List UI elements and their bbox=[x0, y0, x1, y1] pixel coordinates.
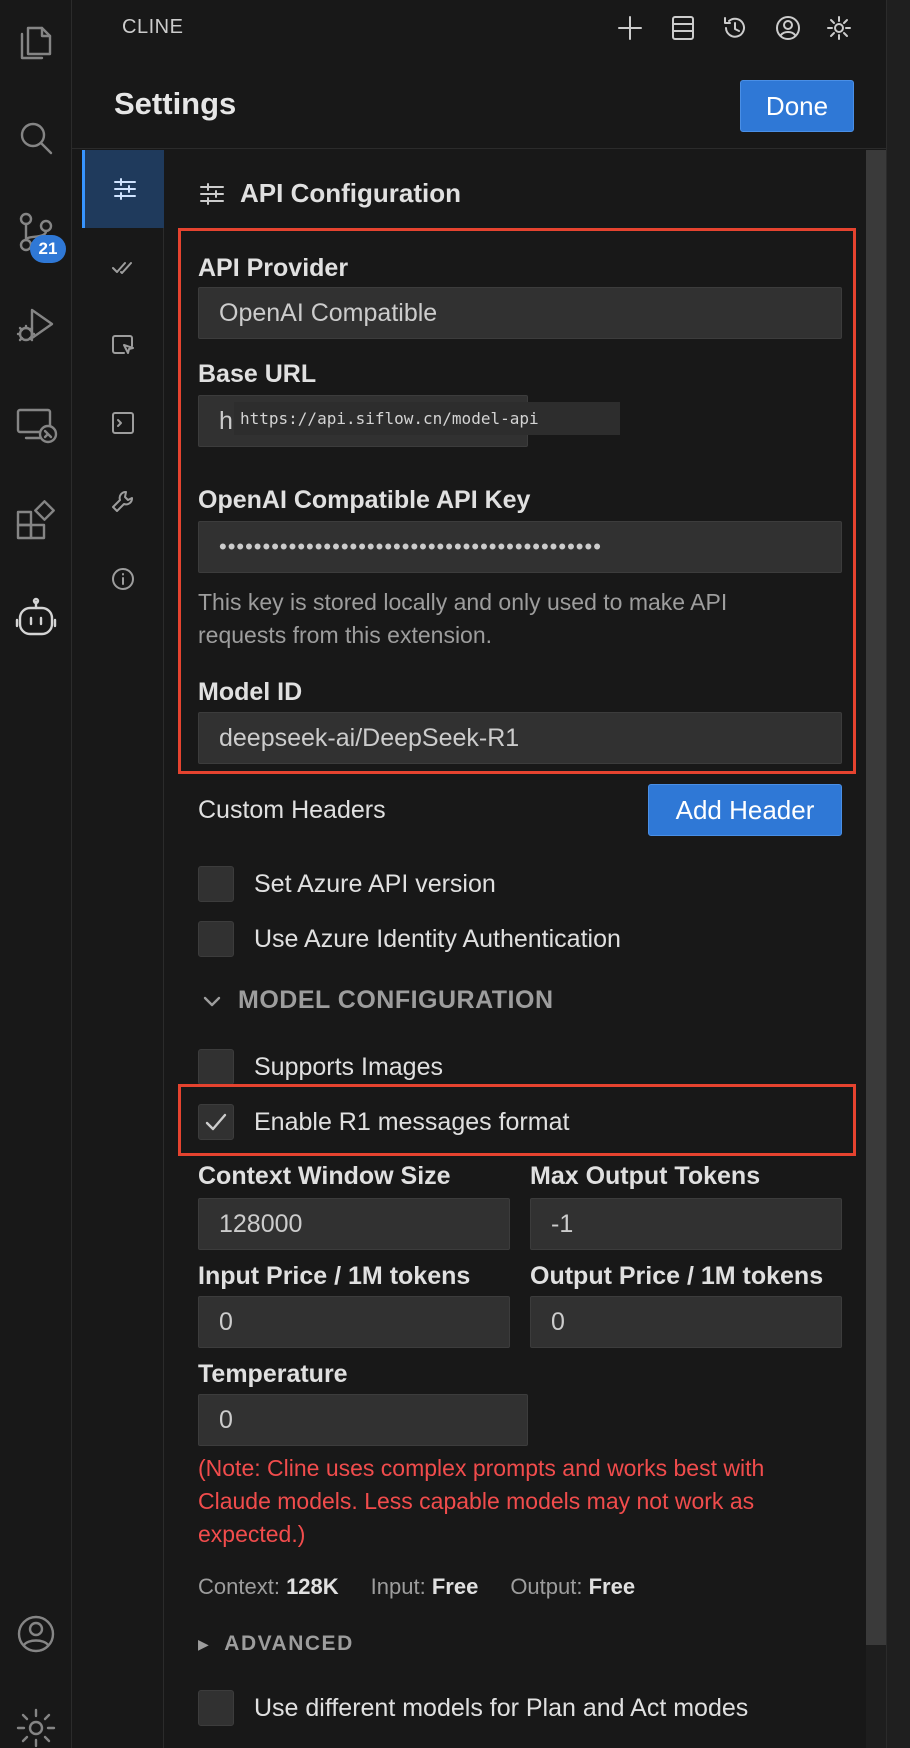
azure-api-version-row[interactable]: Set Azure API version bbox=[198, 866, 496, 902]
run-debug-icon[interactable] bbox=[10, 300, 62, 352]
input-info-label: Input: bbox=[370, 1574, 426, 1599]
plan-act-label: Use different models for Plan and Act mo… bbox=[254, 1693, 749, 1722]
supports-images-label: Supports Images bbox=[254, 1052, 443, 1081]
editor-edge bbox=[886, 0, 910, 1748]
plan-act-row[interactable]: Use different models for Plan and Act mo… bbox=[198, 1690, 748, 1726]
base-url-label: Base URL bbox=[198, 360, 317, 388]
context-info-value: 128K bbox=[286, 1574, 339, 1599]
triangle-right-icon: ▶ bbox=[198, 1635, 211, 1652]
output-price-input[interactable]: 0 bbox=[530, 1296, 842, 1348]
api-provider-label: API Provider bbox=[198, 254, 349, 282]
checks-icon bbox=[112, 262, 132, 274]
advanced-label: ADVANCED bbox=[224, 1632, 354, 1655]
supports-images-checkbox[interactable] bbox=[198, 1049, 234, 1085]
settings-tabs bbox=[82, 150, 164, 1748]
output-info: Output: Free bbox=[510, 1574, 635, 1600]
output-info-value: Free bbox=[588, 1574, 636, 1599]
max-output-label: Max Output Tokens bbox=[530, 1162, 761, 1190]
model-configuration-label: MODEL CONFIGURATION bbox=[238, 986, 554, 1014]
plus-icon[interactable] bbox=[612, 10, 648, 46]
api-configuration-heading: API Configuration bbox=[198, 178, 461, 209]
extensions-icon[interactable] bbox=[10, 494, 62, 546]
input-price-label: Input Price / 1M tokens bbox=[198, 1262, 471, 1290]
model-id-label: Model ID bbox=[198, 678, 303, 706]
accounts-icon[interactable] bbox=[10, 1608, 62, 1660]
check-icon bbox=[205, 1113, 227, 1131]
base-url-tooltip: https://api.siflow.cn/model-api bbox=[234, 402, 620, 435]
context-window-input[interactable]: 128000 bbox=[198, 1198, 510, 1250]
chevron-down-icon bbox=[203, 996, 221, 1006]
r1-format-row[interactable]: Enable R1 messages format bbox=[198, 1104, 569, 1140]
browser-icon bbox=[112, 335, 134, 354]
section-title-label: API Configuration bbox=[240, 178, 461, 208]
api-key-help: This key is stored locally and only used… bbox=[198, 589, 728, 648]
input-price-input[interactable]: 0 bbox=[198, 1296, 510, 1348]
page-title: Settings bbox=[114, 86, 237, 121]
context-window-label: Context Window Size bbox=[198, 1162, 451, 1190]
api-key-input[interactable]: ••••••••••••••••••••••••••••••••••••••••… bbox=[198, 521, 842, 573]
output-price-label: Output Price / 1M tokens bbox=[530, 1262, 824, 1290]
divider bbox=[72, 148, 886, 149]
input-info: Input: Free bbox=[371, 1574, 479, 1600]
context-info: Context: 128K bbox=[198, 1574, 339, 1600]
api-key-label: OpenAI Compatible API Key bbox=[198, 486, 531, 514]
tab-features[interactable] bbox=[82, 228, 164, 306]
account-icon[interactable] bbox=[770, 10, 806, 46]
tab-about[interactable] bbox=[82, 540, 164, 618]
tab-api-configuration[interactable] bbox=[82, 150, 164, 228]
gear-icon[interactable] bbox=[821, 10, 857, 46]
r1-format-checkbox[interactable] bbox=[198, 1104, 234, 1140]
tab-browser[interactable] bbox=[82, 306, 164, 384]
model-configuration-toggle[interactable]: MODEL CONFIGURATION bbox=[200, 986, 554, 1015]
input-info-value: Free bbox=[431, 1574, 479, 1599]
r1-format-label: Enable R1 messages format bbox=[254, 1107, 570, 1136]
scrollbar-thumb[interactable] bbox=[866, 150, 886, 1645]
azure-identity-row[interactable]: Use Azure Identity Authentication bbox=[198, 921, 621, 957]
output-info-label: Output: bbox=[510, 1574, 583, 1599]
advanced-toggle[interactable]: ▶ ADVANCED bbox=[198, 1632, 354, 1656]
explorer-icon[interactable] bbox=[10, 16, 62, 68]
api-provider-select[interactable]: OpenAI Compatible bbox=[198, 287, 842, 339]
activity-bar: 21 bbox=[0, 0, 72, 1748]
manage-gear-icon[interactable] bbox=[10, 1702, 62, 1748]
azure-identity-label: Use Azure Identity Authentication bbox=[254, 924, 621, 953]
model-id-input[interactable]: deepseek-ai/DeepSeek-R1 bbox=[198, 712, 842, 764]
remote-explorer-icon[interactable] bbox=[10, 398, 62, 450]
source-control-badge: 21 bbox=[30, 235, 66, 263]
database-icon[interactable] bbox=[665, 10, 701, 46]
terminal-icon bbox=[112, 412, 134, 434]
cline-icon[interactable] bbox=[10, 592, 62, 644]
tab-terminal[interactable] bbox=[82, 384, 164, 462]
sliders-icon bbox=[113, 178, 136, 200]
supports-images-row[interactable]: Supports Images bbox=[198, 1049, 443, 1085]
temperature-label: Temperature bbox=[198, 1360, 348, 1388]
panel-title: CLINE bbox=[122, 16, 184, 38]
sliders-icon bbox=[200, 182, 224, 205]
tab-tools[interactable] bbox=[82, 462, 164, 540]
add-header-button[interactable]: Add Header bbox=[648, 784, 842, 836]
custom-headers-label: Custom Headers bbox=[198, 796, 386, 824]
model-warning: (Note: Cline uses complex prompts and wo… bbox=[198, 1455, 765, 1547]
info-icon bbox=[112, 568, 134, 590]
search-icon[interactable] bbox=[10, 112, 62, 164]
max-output-input[interactable]: -1 bbox=[530, 1198, 842, 1250]
azure-api-version-label: Set Azure API version bbox=[254, 869, 496, 898]
temperature-input[interactable]: 0 bbox=[198, 1394, 528, 1446]
history-icon[interactable] bbox=[717, 10, 753, 46]
context-info-label: Context: bbox=[198, 1574, 280, 1599]
wrench-icon bbox=[112, 491, 133, 512]
model-info: Context: 128K Input: Free Output: Free bbox=[198, 1574, 635, 1600]
azure-identity-checkbox[interactable] bbox=[198, 921, 234, 957]
done-button[interactable]: Done bbox=[740, 80, 854, 132]
azure-api-version-checkbox[interactable] bbox=[198, 866, 234, 902]
plan-act-checkbox[interactable] bbox=[198, 1690, 234, 1726]
